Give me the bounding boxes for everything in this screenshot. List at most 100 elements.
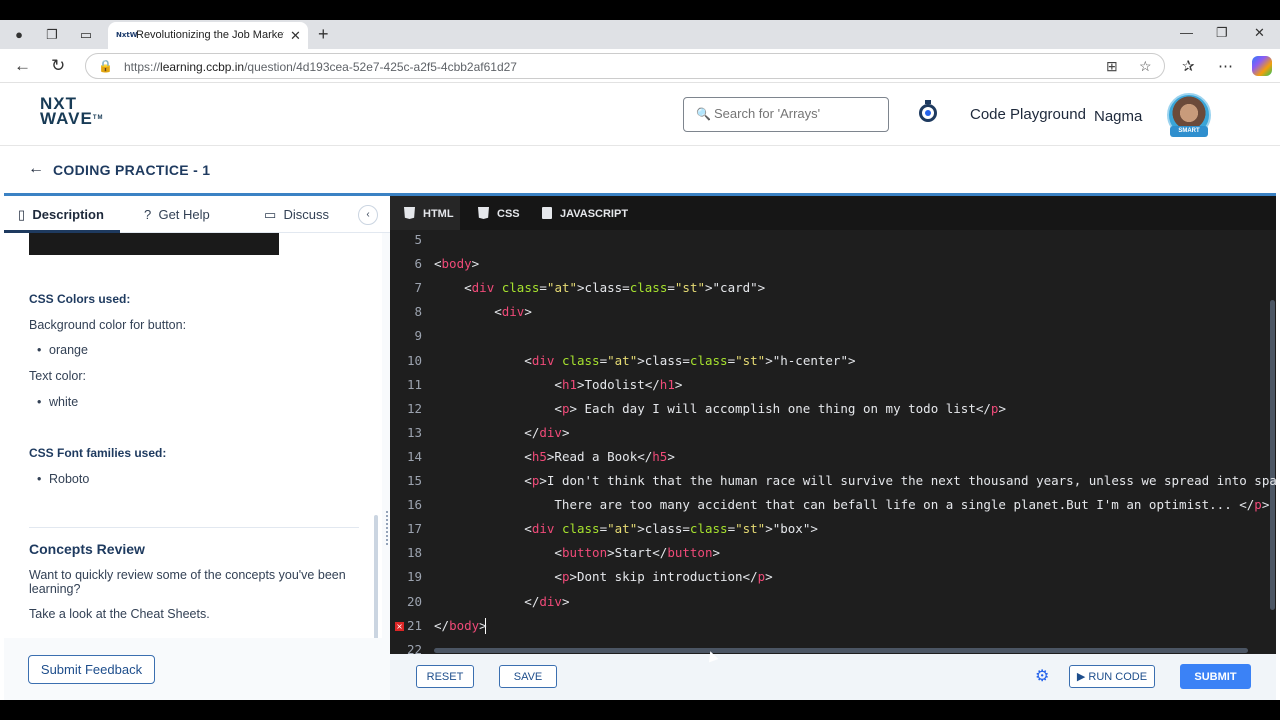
tab-get-help[interactable]: ? Get Help — [144, 207, 210, 222]
reset-button[interactable]: RESET — [416, 665, 474, 688]
favicon-icon: NxtW — [116, 31, 138, 39]
page-title: CODING PRACTICE - 1 — [53, 162, 211, 178]
bg-color-label: Background color for button: — [29, 318, 187, 332]
nxtwave-logo[interactable]: NXT WAVETM — [40, 95, 103, 127]
close-window-icon[interactable]: ✕ — [1254, 25, 1265, 41]
favorites-icon[interactable]: ✰ — [1182, 57, 1195, 75]
line-number: 18 — [406, 545, 422, 561]
close-tab-icon[interactable]: ✕ — [290, 28, 301, 44]
code-line[interactable]: <h5>Read a Book</h5> — [434, 449, 675, 464]
minimize-icon[interactable]: — — [1180, 25, 1193, 40]
search-box[interactable]: 🔍 — [683, 97, 889, 132]
code-line[interactable]: <body> — [434, 256, 479, 271]
help-icon: ? — [144, 207, 152, 222]
concepts-text: learning? — [29, 582, 81, 596]
tab-discuss[interactable]: ▭ Discuss — [264, 207, 329, 223]
tab-css[interactable]: CSS — [466, 196, 520, 230]
panel-scrollbar[interactable] — [374, 515, 378, 638]
vertical-scrollbar[interactable] — [1270, 300, 1275, 610]
code-line[interactable]: </body> — [434, 618, 487, 633]
submit-feedback-button[interactable]: Submit Feedback — [28, 655, 155, 684]
tab-description[interactable]: ▯ Description — [18, 207, 104, 223]
submit-button[interactable]: SUBMIT — [1180, 664, 1251, 689]
colors-heading: CSS Colors used: — [29, 292, 131, 306]
editor-actions: RESET SAVE ⚙ ▶ RUN CODE SUBMIT — [390, 654, 1276, 700]
resize-handle[interactable] — [386, 511, 389, 545]
code-line[interactable]: <button>Start</button> — [434, 545, 720, 560]
restore-icon[interactable]: ❐ — [1216, 25, 1228, 41]
code-line[interactable]: There are too many accident that can bef… — [434, 497, 1269, 512]
separator — [29, 527, 359, 528]
cheat-sheet-text: Take a look at the Cheat Sheets. — [29, 607, 210, 621]
line-number: 7 — [414, 280, 422, 296]
description-content[interactable]: CSS Colors used: Background color for bu… — [4, 233, 382, 638]
practice-subheader: ← CODING PRACTICE - 1 — [0, 146, 1280, 194]
search-input[interactable] — [714, 106, 884, 121]
code-playground-link[interactable]: Code Playground — [970, 106, 1086, 123]
line-number: 20 — [406, 593, 422, 609]
line-number: 9 — [414, 328, 422, 344]
browser-tab[interactable]: NxtW Revolutionizing the Job Market | N … — [108, 22, 308, 49]
code-line[interactable]: <div class="at">class=class="st">"card"> — [434, 280, 765, 295]
line-number: 8 — [414, 304, 422, 320]
code-line[interactable]: <div> — [434, 304, 532, 319]
user-name[interactable]: Nagma — [1094, 108, 1142, 125]
url-field[interactable]: 🔒 https://learning.ccbp.in/question/4d19… — [85, 53, 1165, 79]
url-text: https://learning.ccbp.in/question/4d193c… — [124, 60, 517, 74]
list-item: Roboto — [37, 472, 89, 486]
list-item: white — [37, 395, 78, 409]
browser-tab-strip: ● ❐ ▭ NxtW Revolutionizing the Job Marke… — [0, 20, 1280, 49]
editor-tabs: HTML CSS JAVASCRIPT — [390, 196, 1276, 230]
list-item: orange — [37, 343, 88, 357]
error-icon[interactable]: × — [395, 621, 404, 631]
code-line[interactable]: <h1>Todolist</h1> — [434, 377, 682, 392]
avatar-badge: SMART — [1170, 126, 1208, 137]
js-file-icon — [542, 207, 552, 219]
copilot-icon[interactable] — [1252, 56, 1272, 76]
code-line[interactable]: <p>I don't think that the human race wil… — [434, 473, 1276, 488]
text-color-label: Text color: — [29, 369, 86, 383]
back-icon[interactable]: ← — [14, 56, 31, 76]
tab-actions-icon[interactable]: ▭ — [77, 26, 95, 44]
refresh-icon[interactable]: ↻ — [51, 56, 65, 76]
line-number: 22 — [406, 641, 422, 654]
new-tab-icon[interactable]: + — [318, 24, 329, 45]
code-line[interactable]: <p> Each day I will accomplish one thing… — [434, 401, 1006, 416]
horizontal-scrollbar[interactable] — [434, 648, 1248, 653]
screen: ● ❐ ▭ NxtW Revolutionizing the Job Marke… — [0, 0, 1280, 720]
profile-icon[interactable]: ● — [10, 26, 28, 44]
save-button[interactable]: SAVE — [499, 665, 557, 688]
run-code-button[interactable]: ▶ RUN CODE — [1069, 665, 1155, 688]
code-line[interactable]: <p>Dont skip introduction</p> — [434, 569, 772, 584]
line-number: 5 — [414, 232, 422, 247]
app-available-icon[interactable]: ⊞ — [1106, 58, 1118, 75]
line-number: 13 — [406, 424, 422, 440]
settings-gear-icon[interactable]: ⚙ — [1035, 666, 1049, 686]
concepts-heading: Concepts Review — [29, 541, 145, 557]
tab-html[interactable]: HTML — [390, 196, 460, 230]
collapse-panel-icon[interactable]: ‹ — [358, 205, 378, 225]
line-number: 10 — [406, 352, 422, 368]
line-number: 12 — [406, 400, 422, 416]
timer-icon[interactable] — [918, 100, 938, 122]
back-arrow-icon[interactable]: ← — [28, 160, 44, 178]
avatar[interactable]: SMART — [1164, 93, 1214, 139]
more-menu-icon[interactable]: ⋯ — [1218, 57, 1233, 75]
line-number: 16 — [406, 497, 422, 513]
favorite-star-icon[interactable]: ☆ — [1139, 58, 1152, 75]
code-line[interactable]: <div class="at">class=class="st">"box"> — [434, 521, 818, 536]
line-number: 14 — [406, 448, 422, 464]
play-icon: ▶ — [1076, 671, 1086, 683]
workspaces-icon[interactable]: ❐ — [43, 26, 61, 44]
code-editor: HTML CSS JAVASCRIPT 5 6 7 8 9 10 11 12 13 14 15 16 1… — [390, 196, 1276, 654]
fonts-heading: CSS Font families used: — [29, 446, 167, 460]
tab-javascript[interactable]: JAVASCRIPT — [530, 196, 628, 230]
code-line[interactable]: </div> — [434, 594, 569, 609]
line-number: 17 — [406, 521, 422, 537]
concepts-text: Want to quickly review some of the conce… — [29, 568, 346, 582]
lock-icon[interactable]: 🔒 — [98, 59, 113, 73]
tab-title: Revolutionizing the Job Market | N — [136, 29, 284, 41]
code-line[interactable]: </div> — [434, 425, 569, 440]
code-line[interactable]: <div class="at">class=class="st">"h-cent… — [434, 353, 855, 368]
code-area[interactable]: 5 6 7 8 9 10 11 12 13 14 15 16 17 18 19 20 21 × 22 <body> … — [390, 230, 1276, 654]
